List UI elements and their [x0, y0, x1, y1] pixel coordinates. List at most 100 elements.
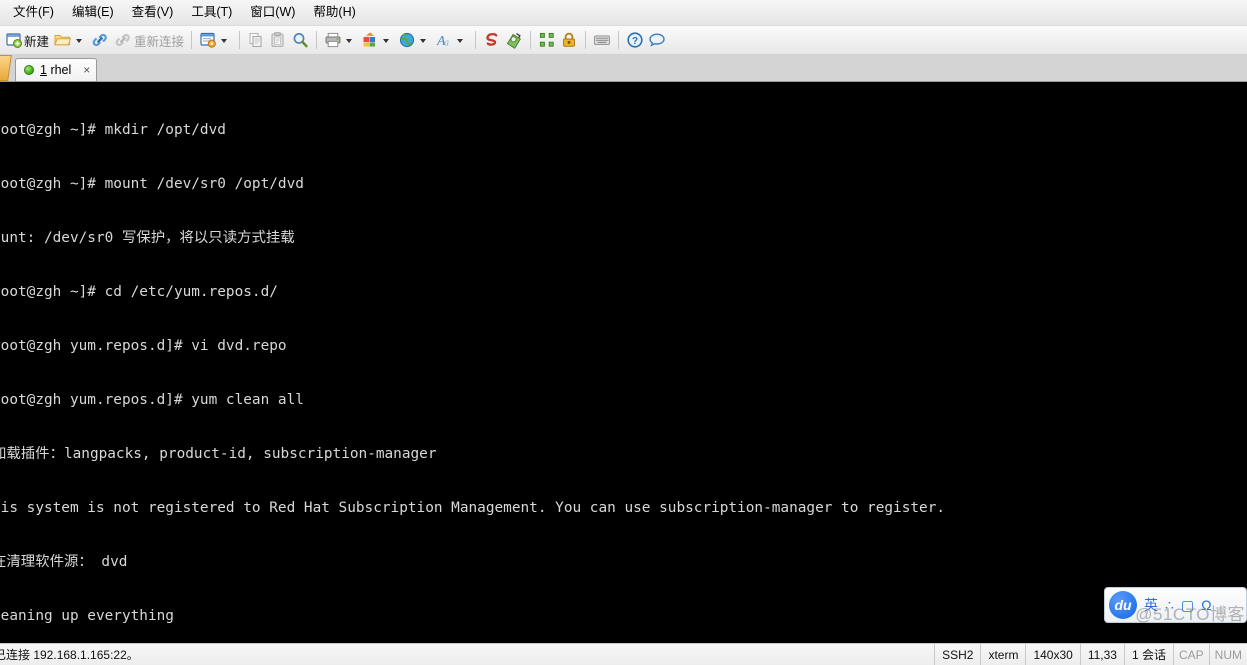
web-button[interactable] [396, 28, 433, 52]
session-properties-button[interactable] [197, 28, 234, 52]
terminal-line: ount: /dev/sr0 写保护，将以只读方式挂载 [0, 230, 295, 246]
status-screen-size: 140x30 [1025, 644, 1079, 665]
status-emulation: xterm [980, 644, 1025, 665]
copy-icon [247, 31, 265, 49]
fullscreen-button[interactable] [536, 28, 558, 52]
open-folder-icon [53, 31, 72, 49]
ime-toolbar[interactable]: du 英 ∴ ▢ Ω [1104, 587, 1247, 623]
menu-help[interactable]: 帮助(H) [304, 3, 364, 23]
menu-edit[interactable]: 编辑(E) [63, 3, 123, 23]
find-button[interactable] [289, 28, 311, 52]
connect-button[interactable] [89, 28, 112, 52]
status-session-count: 1 会话 [1123, 644, 1173, 665]
chat-button[interactable] [646, 28, 668, 52]
print-icon [324, 31, 342, 49]
terminal-output: root@zgh ~]# mkdir /opt/dvd root@zgh ~]#… [0, 82, 1247, 643]
terminal-line: leaning up everything [0, 608, 174, 624]
tab-session-name: rhel [50, 63, 72, 77]
file-transfer-icon [505, 31, 523, 49]
log-session-button[interactable] [481, 28, 503, 52]
status-right-group: SSH2 xterm 140x30 11,33 1 会话 CAP NUM [934, 644, 1247, 665]
toolbar: 新建 重新连接 A a ? [0, 26, 1247, 55]
web-caret-icon[interactable] [420, 39, 427, 43]
toolbar-separator-3 [316, 31, 318, 49]
reconnect-label: 重新连接 [134, 34, 185, 49]
close-icon[interactable]: × [83, 64, 90, 76]
menu-window[interactable]: 窗口(W) [241, 3, 304, 23]
toolbar-separator-2 [239, 31, 241, 49]
font-icon: A a [435, 31, 453, 49]
status-connection: 已连接 192.168.1.165:22。 [0, 648, 139, 662]
terminal-line: root@zgh yum.repos.d]# yum clean all [0, 392, 304, 408]
menu-view[interactable]: 查看(V) [123, 3, 183, 23]
toolbar-separator-6 [585, 31, 587, 49]
window-layout-icon [361, 31, 379, 49]
menu-tools[interactable]: 工具(T) [182, 3, 241, 23]
terminal-line: his system is not registered to Red Hat … [0, 500, 946, 516]
paste-button[interactable] [267, 28, 289, 52]
status-bar: 已连接 192.168.1.165:22。 SSH2 xterm 140x30 … [0, 643, 1247, 665]
terminal-line: root@zgh ~]# mkdir /opt/dvd [0, 122, 226, 138]
reconnect-icon [114, 31, 133, 49]
log-session-icon [483, 31, 501, 49]
new-session-icon [5, 31, 23, 49]
baidu-ime-logo-icon[interactable]: du [1109, 591, 1137, 619]
reconnect-button[interactable]: 重新连接 [112, 28, 186, 52]
tab-scroll-left-button[interactable] [0, 55, 12, 81]
ime-dots-icon[interactable]: ∴ [1165, 597, 1174, 614]
keymap-button[interactable] [591, 28, 613, 52]
toolbar-separator-7 [618, 31, 620, 49]
fullscreen-icon [538, 31, 556, 49]
status-caps-lock: CAP [1172, 644, 1209, 665]
ime-language-mode[interactable]: 英 [1144, 595, 1158, 615]
print-caret-icon[interactable] [346, 39, 353, 43]
terminal-line: 加载插件：langpacks, product-id, subscription… [0, 446, 437, 462]
file-transfer-button[interactable] [503, 28, 525, 52]
lock-icon [560, 31, 578, 49]
help-icon: ? [626, 31, 644, 49]
ime-menu-icon[interactable]: Ω [1201, 597, 1211, 613]
lock-button[interactable] [558, 28, 580, 52]
font-button[interactable]: A a [433, 28, 470, 52]
toolbar-separator-1 [191, 31, 193, 49]
svg-text:?: ? [632, 36, 638, 47]
print-button[interactable] [322, 28, 359, 52]
window-layout-button[interactable] [359, 28, 396, 52]
terminal-line: 在清理软件源： dvd [0, 554, 128, 570]
open-session-button[interactable] [51, 28, 89, 52]
terminal-line: root@zgh ~]# cd /etc/yum.repos.d/ [0, 284, 278, 300]
terminal-line: root@zgh yum.repos.d]# vi dvd.repo [0, 338, 287, 354]
font-caret-icon[interactable] [457, 39, 464, 43]
new-session-label: 新建 [24, 34, 50, 49]
terminal-line: root@zgh ~]# mount /dev/sr0 /opt/dvd [0, 176, 304, 192]
tab-index: 1 [40, 63, 47, 77]
menu-file[interactable]: 文件(F) [4, 3, 63, 23]
copy-button[interactable] [245, 28, 267, 52]
status-cursor-position: 11,33 [1079, 644, 1124, 665]
find-icon [291, 31, 309, 49]
toolbar-separator-4 [475, 31, 477, 49]
new-session-button[interactable]: 新建 [3, 28, 51, 52]
open-session-caret-icon[interactable] [76, 39, 83, 43]
tab-bar: 1 rhel × [0, 55, 1247, 82]
svg-text:a: a [444, 38, 449, 49]
session-properties-icon [199, 31, 217, 49]
tab-rhel[interactable]: 1 rhel × [15, 58, 98, 81]
ime-keyboard-icon[interactable]: ▢ [1181, 597, 1194, 614]
terminal-screen[interactable]: root@zgh ~]# mkdir /opt/dvd root@zgh ~]#… [0, 82, 1247, 643]
paste-icon [269, 31, 287, 49]
status-protocol: SSH2 [934, 644, 980, 665]
session-properties-caret-icon[interactable] [221, 39, 228, 43]
window-layout-caret-icon[interactable] [383, 39, 390, 43]
tab-label: 1 rhel [40, 63, 71, 77]
web-icon [398, 31, 416, 49]
menu-bar: 文件(F) 编辑(E) 查看(V) 工具(T) 窗口(W) 帮助(H) [0, 0, 1247, 26]
securecrt-window: 文件(F) 编辑(E) 查看(V) 工具(T) 窗口(W) 帮助(H) 新建 重… [0, 0, 1247, 665]
chat-icon [648, 31, 666, 49]
toolbar-separator-5 [530, 31, 532, 49]
keymap-icon [593, 31, 611, 49]
help-button[interactable]: ? [624, 28, 646, 52]
connect-icon [91, 31, 110, 49]
status-num-lock: NUM [1208, 644, 1247, 665]
tab-status-connected-icon [24, 65, 34, 75]
